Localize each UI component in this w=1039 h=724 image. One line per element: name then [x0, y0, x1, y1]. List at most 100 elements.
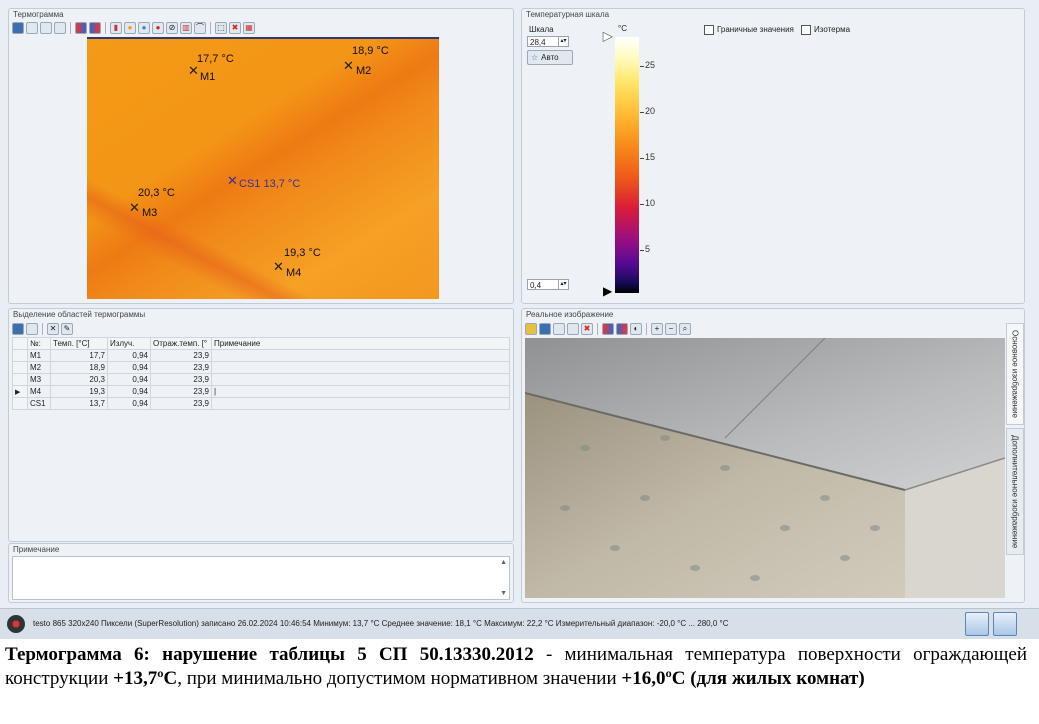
- marker-cs1-label: CS1 13,7 °C: [239, 178, 301, 190]
- export-icon[interactable]: [54, 22, 66, 34]
- spin-arrows-icon[interactable]: ▴▾: [558, 37, 568, 46]
- status-text: testo 865 320x240 Пиксели (SuperResoluti…: [33, 619, 729, 628]
- col-temp[interactable]: Темп. [°C]: [50, 337, 108, 350]
- save-icon[interactable]: [12, 323, 24, 335]
- marker-m1-value: 17,7 °C: [197, 53, 234, 65]
- note-cell-editing[interactable]: |: [211, 385, 510, 398]
- col-note[interactable]: Примечание: [211, 337, 510, 350]
- thermogram-panel-title: Термограмма: [13, 10, 64, 19]
- isotherm-label: Изотерма: [814, 25, 851, 34]
- cold-spot-icon[interactable]: ●: [138, 22, 150, 34]
- paste-icon[interactable]: [40, 22, 52, 34]
- limits-checkbox[interactable]: [704, 25, 714, 35]
- scale-max-input[interactable]: 28,4 ▴▾: [527, 36, 569, 47]
- scale-label: Шкала: [529, 25, 554, 34]
- col-emissivity[interactable]: Излуч.: [107, 337, 151, 350]
- histogram-icon[interactable]: ▥: [180, 22, 192, 34]
- scale-max-arrow-icon[interactable]: ▶: [603, 29, 613, 44]
- marker-m3-cross[interactable]: ✕: [129, 201, 140, 214]
- palette-alt-icon[interactable]: [89, 22, 101, 34]
- table-row-selected[interactable]: ▶ M4 19,3 0,94 23,9 |: [12, 385, 510, 398]
- table-row[interactable]: CS1 13,7 0,94 23,9: [12, 397, 510, 410]
- isotherm-checkbox[interactable]: [801, 25, 811, 35]
- point-icon[interactable]: ●: [152, 22, 164, 34]
- zoom-fit-icon[interactable]: ⌕: [679, 323, 691, 335]
- scale-min-arrow-icon[interactable]: ▶: [603, 284, 612, 298]
- scale-min-input[interactable]: 0,4 ▴▾: [527, 279, 569, 290]
- paste-icon[interactable]: [567, 323, 579, 335]
- window-layout-icon[interactable]: [965, 612, 989, 636]
- marker-m4-id: M4: [286, 267, 302, 279]
- auto-label: Авто: [541, 53, 559, 62]
- marker-m2-id: M2: [356, 65, 372, 77]
- zoom-in-icon[interactable]: +: [651, 323, 663, 335]
- profile-icon[interactable]: ⌒: [194, 22, 206, 34]
- open-image-icon[interactable]: [525, 323, 537, 335]
- color-scale-bar: [615, 37, 639, 293]
- copy-icon[interactable]: [553, 323, 565, 335]
- grid-icon[interactable]: ▦: [243, 22, 255, 34]
- caption-value-1: +13,7ºС: [113, 668, 178, 689]
- auto-button[interactable]: ☆ Авто: [527, 50, 573, 65]
- caption-value-2: +16,0ºС (для жилых комнат): [621, 668, 865, 689]
- hot-spot-icon[interactable]: ●: [124, 22, 136, 34]
- save-icon[interactable]: [12, 22, 24, 34]
- scale-max-value: 28,4: [530, 38, 546, 47]
- palette-alt-icon[interactable]: [616, 323, 628, 335]
- room-corner-photo: [525, 338, 1005, 598]
- status-bar: testo 865 320x240 Пиксели (SuperResoluti…: [0, 608, 1039, 639]
- scroll-down-icon[interactable]: ▼: [500, 590, 507, 597]
- real-photo: [525, 338, 1005, 598]
- tick-25: 25: [645, 60, 656, 70]
- window-cascade-icon[interactable]: [993, 612, 1017, 636]
- save-icon[interactable]: [539, 323, 551, 335]
- palette-icon[interactable]: [75, 22, 87, 34]
- marker-m1-id: M1: [200, 71, 216, 83]
- note-textarea[interactable]: ▲ ▼: [12, 556, 510, 600]
- real-image-toolbar: ✖ ◐ + − ⌕: [525, 322, 691, 336]
- table-row[interactable]: M1 17,7 0,94 23,9: [12, 349, 510, 362]
- zoom-out-icon[interactable]: −: [665, 323, 677, 335]
- scroll-up-icon[interactable]: ▲: [500, 559, 507, 566]
- scale-panel-title: Температурная шкала: [526, 10, 610, 19]
- spin-arrows-icon[interactable]: ▴▾: [558, 280, 568, 289]
- caption: Термограмма 6: нарушение таблицы 5 СП 50…: [5, 643, 1027, 691]
- measure-point-icon[interactable]: ▮: [110, 22, 122, 34]
- thermogram-toolbar: ▮ ● ● ● ⊘ ▥ ⌒ ⬚ ✖ ▦: [12, 21, 255, 35]
- contrast-icon[interactable]: ◐: [630, 323, 642, 335]
- delete-area-icon[interactable]: ✖: [229, 22, 241, 34]
- copy-icon[interactable]: [26, 323, 38, 335]
- real-image-panel-title: Реальное изображение: [526, 310, 614, 319]
- col-reflected-temp[interactable]: Отраж.темп. [°: [150, 337, 212, 350]
- marker-m2-cross[interactable]: ✕: [343, 59, 354, 72]
- limits-label: Граничные значения: [717, 25, 794, 34]
- caption-text-2: , при минимально допустимом нормативном …: [177, 668, 622, 689]
- palette-icon[interactable]: [602, 323, 614, 335]
- tab-main-image[interactable]: Основное изображение: [1006, 323, 1024, 425]
- col-number[interactable]: №:: [27, 337, 51, 350]
- tick-20: 20: [645, 106, 656, 116]
- marker-cs1-cross[interactable]: ✕: [227, 174, 238, 187]
- tab-extra-image[interactable]: Дополнительное изображение: [1006, 428, 1024, 555]
- delete-icon[interactable]: ✖: [581, 323, 593, 335]
- note-panel-title: Примечание: [13, 545, 60, 554]
- row-pointer-icon[interactable]: ▶: [12, 385, 28, 398]
- delete-icon[interactable]: ✕: [47, 323, 59, 335]
- caption-bold: Термограмма 6: нарушение таблицы 5 СП 50…: [5, 644, 534, 665]
- app-window: Термограмма ▮ ● ● ● ⊘ ▥ ⌒ ⬚ ✖ ▦ 17,7 °C: [0, 0, 1039, 639]
- select-area-icon[interactable]: ⬚: [215, 22, 227, 34]
- temperature-scale-panel: Температурная шкала: [521, 8, 1025, 304]
- copy-icon[interactable]: [26, 22, 38, 34]
- scale-min-value: 0,4: [530, 281, 542, 290]
- marker-m1-cross[interactable]: ✕: [188, 64, 199, 77]
- marker-m3-id: M3: [142, 207, 158, 219]
- delete-point-icon[interactable]: ⊘: [166, 22, 178, 34]
- table-row[interactable]: M2 18,9 0,94 23,9: [12, 361, 510, 374]
- thermal-image[interactable]: 17,7 °C ✕ M1 18,9 °C ✕ M2 ✕ CS1 13,7 °C …: [87, 37, 439, 299]
- table-row[interactable]: M3 20,3 0,94 23,9: [12, 373, 510, 386]
- marker-m4-cross[interactable]: ✕: [273, 260, 284, 273]
- regions-toolbar: ✕ ✎: [12, 322, 73, 336]
- note-panel: Примечание ▲ ▼: [8, 543, 514, 603]
- regions-table: №: Темп. [°C] Излуч. Отраж.темп. [° Прим…: [12, 337, 510, 410]
- edit-icon[interactable]: ✎: [61, 323, 73, 335]
